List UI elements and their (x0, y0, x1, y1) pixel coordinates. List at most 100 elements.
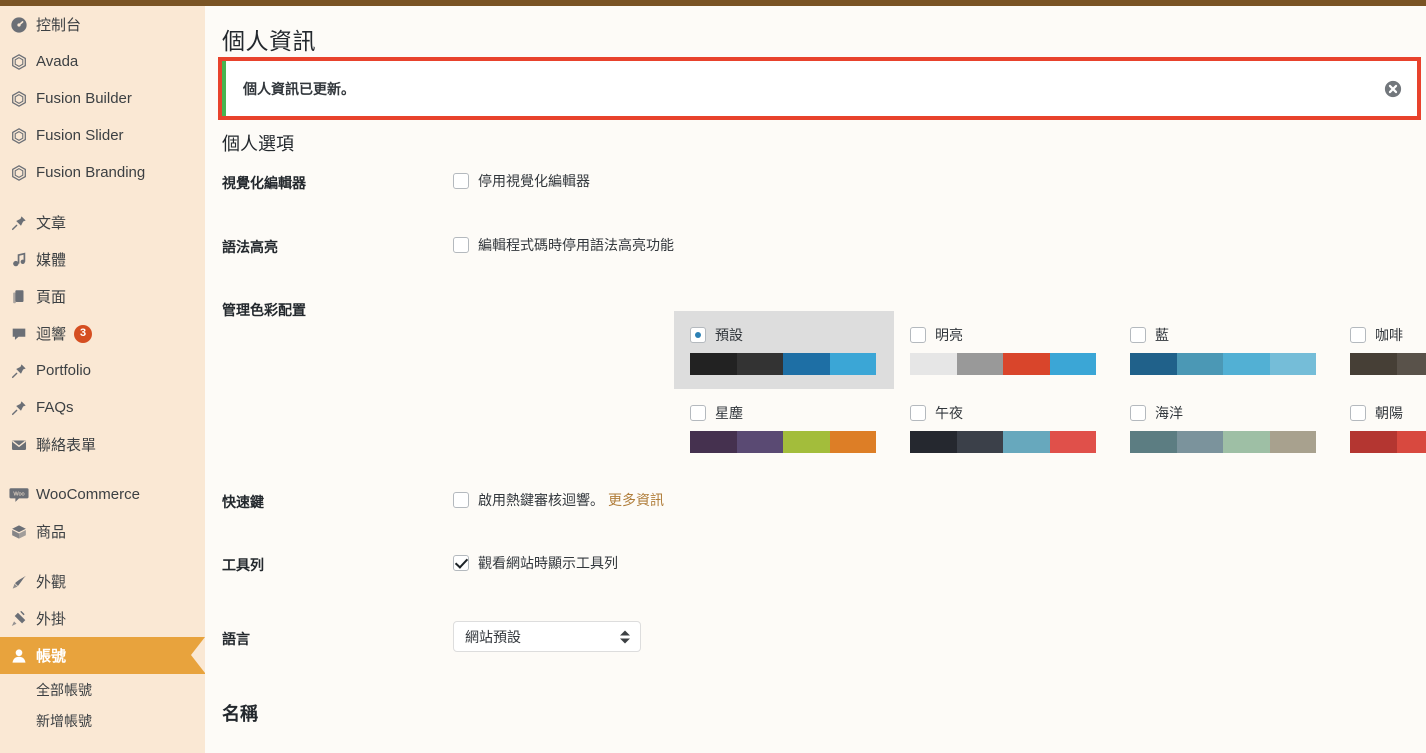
plugins-icon (9, 609, 29, 629)
chevron-updown-icon (620, 630, 630, 643)
syntax-highlight-checkbox-row[interactable]: 編輯程式碼時停用語法高亮功能 (453, 235, 1426, 255)
updated-notice: 個人資訊已更新。 (222, 61, 1417, 116)
color-swatch (1176, 431, 1223, 453)
sidebar-item-label: Portfolio (36, 362, 92, 379)
sidebar-submenu-label: 新增帳號 (36, 712, 92, 729)
color-swatch (1003, 353, 1050, 375)
color-swatch (1130, 353, 1177, 375)
sidebar-item-外掛[interactable]: 外掛 (0, 600, 205, 637)
color-scheme-radio[interactable] (1350, 405, 1366, 421)
fusion-icon (9, 126, 29, 146)
color-scheme-option[interactable]: 藍 (1114, 311, 1334, 389)
color-swatch (1350, 431, 1397, 453)
sidebar-item-label: Avada (36, 53, 79, 70)
sidebar-item-label: 外觀 (36, 574, 67, 591)
sidebar-item-label: 聯絡表單 (36, 437, 97, 454)
sidebar-item-avada[interactable]: Avada (0, 43, 205, 80)
color-scheme-name: 藍 (1155, 327, 1169, 343)
sidebar-item-faqs[interactable]: FAQs (0, 389, 205, 426)
visual-editor-checkbox[interactable] (453, 173, 469, 189)
sidebar-submenu-item[interactable]: 新增帳號 (0, 705, 205, 736)
sidebar-item-媒體[interactable]: 媒體 (0, 241, 205, 278)
sidebar-item-fusion-builder[interactable]: Fusion Builder (0, 80, 205, 117)
color-scheme-radio[interactable] (910, 327, 926, 343)
dashboard-icon (9, 15, 29, 35)
color-scheme-header: 預設 (690, 325, 878, 345)
admin-color-scheme-options: 預設 明亮 藍 咖啡 星塵 午夜 海洋 朝陽 (674, 311, 1426, 467)
color-scheme-radio[interactable] (1350, 327, 1366, 343)
user-icon (9, 646, 29, 666)
color-swatch (1396, 431, 1426, 453)
visual-editor-checkbox-row[interactable]: 停用視覺化編輯器 (453, 171, 1426, 191)
color-scheme-radio[interactable] (690, 405, 706, 421)
row-label-language: 語言 (222, 631, 250, 647)
row-syntax-highlight: 語法高亮 編輯程式碼時停用語法高亮功能 (205, 235, 1426, 298)
row-label-toolbar: 工具列 (222, 557, 264, 573)
sidebar-item-帳號[interactable]: 帳號 (0, 637, 205, 674)
color-swatch (910, 353, 957, 375)
color-scheme-name: 午夜 (935, 405, 963, 421)
sidebar-item-fusion-branding[interactable]: Fusion Branding (0, 154, 205, 191)
color-scheme-name: 明亮 (935, 327, 963, 343)
color-swatch (736, 353, 783, 375)
fusion-icon (9, 163, 29, 183)
close-icon[interactable] (1383, 79, 1403, 99)
color-scheme-option[interactable]: 預設 (674, 311, 894, 389)
color-scheme-radio[interactable] (910, 405, 926, 421)
color-scheme-option[interactable]: 星塵 (674, 389, 894, 467)
name-section-heading: 名稱 (222, 704, 258, 724)
sidebar-item-控制台[interactable]: 控制台 (0, 6, 205, 43)
color-scheme-option[interactable]: 咖啡 (1334, 311, 1426, 389)
sidebar-item-迴響[interactable]: 迴響 3 (0, 315, 205, 352)
row-visual-editor: 視覺化編輯器 停用視覺化編輯器 (205, 171, 1426, 235)
shortcuts-more-info-link[interactable]: 更多資訊 (608, 490, 664, 510)
shortcuts-checkbox[interactable] (453, 492, 469, 508)
color-scheme-header: 藍 (1130, 325, 1318, 345)
color-scheme-radio[interactable] (1130, 327, 1146, 343)
sidebar-item-label: WooCommerce (36, 486, 140, 503)
color-scheme-option[interactable]: 明亮 (894, 311, 1114, 389)
color-swatch (1396, 353, 1426, 375)
sidebar-item-商品[interactable]: 商品 (0, 513, 205, 550)
sidebar-item-label: Fusion Slider (36, 127, 124, 144)
color-swatch (956, 431, 1003, 453)
color-swatch (956, 353, 1003, 375)
sidebar-item-聯絡表單[interactable]: 聯絡表單 (0, 426, 205, 463)
syntax-highlight-checkbox[interactable] (453, 237, 469, 253)
color-scheme-option[interactable]: 朝陽 (1334, 389, 1426, 467)
sidebar-item-fusion-slider[interactable]: Fusion Slider (0, 117, 205, 154)
color-scheme-swatches (910, 431, 1096, 453)
row-label-syntax-highlight: 語法高亮 (222, 239, 278, 255)
page-title: 個人資訊 (222, 28, 316, 54)
sidebar-item-label: 頁面 (36, 289, 67, 306)
shortcuts-checkbox-row[interactable]: 啟用熱鍵審核迴響。 更多資訊 (453, 490, 1426, 510)
color-swatch (1049, 353, 1096, 375)
language-select[interactable]: 網站預設 (453, 621, 641, 652)
color-swatch (1049, 431, 1096, 453)
color-scheme-option[interactable]: 海洋 (1114, 389, 1334, 467)
sidebar-item-woocommerce[interactable]: Woo WooCommerce (0, 476, 205, 513)
toolbar-checkbox[interactable] (453, 555, 469, 571)
color-scheme-header: 朝陽 (1350, 403, 1426, 423)
sidebar-item-頁面[interactable]: 頁面 (0, 278, 205, 315)
color-scheme-radio[interactable] (1130, 405, 1146, 421)
color-scheme-name: 朝陽 (1375, 405, 1403, 421)
sidebar-item-label: 控制台 (36, 17, 82, 34)
admin-sidebar: 控制台 Avada Fusion Builder Fusion Slider Fusio… (0, 6, 205, 753)
sidebar-item-portfolio[interactable]: Portfolio (0, 352, 205, 389)
svg-text:Woo: Woo (13, 491, 24, 497)
toolbar-checkbox-row[interactable]: 觀看網站時顯示工具列 (453, 553, 1426, 573)
sidebar-item-外觀[interactable]: 外觀 (0, 563, 205, 600)
sidebar-item-文章[interactable]: 文章 (0, 204, 205, 241)
color-swatch (1003, 431, 1050, 453)
row-label-visual-editor: 視覺化編輯器 (222, 175, 306, 191)
section-title: 個人選項 (222, 134, 294, 154)
color-scheme-option[interactable]: 午夜 (894, 389, 1114, 467)
pin-icon (9, 361, 29, 381)
sidebar-submenu-item[interactable]: 全部帳號 (0, 674, 205, 705)
row-language: 語言 網站預設 (205, 621, 1426, 687)
color-scheme-radio[interactable] (690, 327, 706, 343)
notice-highlight-box: 個人資訊已更新。 (218, 57, 1421, 120)
avada-icon (9, 52, 29, 72)
sidebar-item-label: 媒體 (36, 252, 67, 269)
